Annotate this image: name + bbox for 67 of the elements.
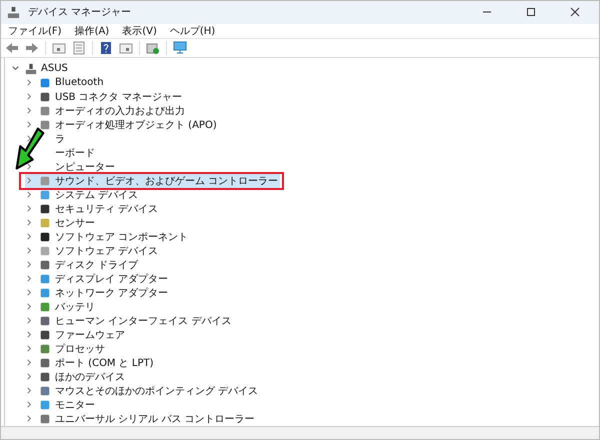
tree-item[interactable]: セキュリティ デバイス xyxy=(55,202,158,216)
device-icon xyxy=(39,370,51,383)
expand-chevron-icon[interactable] xyxy=(25,134,34,144)
device-icon xyxy=(39,412,51,425)
monitor-icon[interactable] xyxy=(173,41,187,56)
device-icon xyxy=(39,258,51,271)
device-icon xyxy=(39,230,51,243)
forward-icon[interactable] xyxy=(25,41,39,56)
tree-item[interactable]: ユニバーサル シリアル バス コントローラー xyxy=(55,412,255,426)
device-icon xyxy=(39,90,51,103)
tree-item[interactable]: オーディオの入力および出力 xyxy=(55,104,185,118)
pointer-arrow xyxy=(15,126,45,172)
menu-item[interactable]: ヘルプ(H) xyxy=(170,24,216,38)
device-icon xyxy=(39,286,51,299)
menu-item[interactable]: ファイル(F) xyxy=(8,24,62,38)
window-icon[interactable] xyxy=(52,41,66,56)
device-icon xyxy=(39,202,51,215)
device-icon xyxy=(39,216,51,229)
device-icon xyxy=(39,398,51,411)
back-icon[interactable] xyxy=(5,41,19,56)
tree-item[interactable]: バッテリ xyxy=(55,300,95,314)
device-icon xyxy=(39,174,51,187)
tree-item[interactable]: Bluetooth xyxy=(55,77,104,88)
tree-item[interactable]: センサー xyxy=(55,216,95,230)
tree-item[interactable]: ポート (COM と LPT) xyxy=(55,356,154,370)
device-icon xyxy=(39,76,51,89)
expand-chevron-icon[interactable] xyxy=(25,162,34,172)
device-icon xyxy=(39,384,51,397)
tree-item[interactable]: ネットワーク アダプター xyxy=(55,286,168,300)
tree-item[interactable]: マウスとそのほかのポインティング デバイス xyxy=(55,384,258,398)
window-title: デバイス マネージャー xyxy=(28,6,132,20)
window-icon[interactable] xyxy=(119,41,133,56)
tree-item[interactable]: ファームウェア xyxy=(55,328,125,342)
tree-item[interactable]: ディスプレイ アダプター xyxy=(55,272,168,286)
device-icon xyxy=(39,188,51,201)
tree-item[interactable]: USB コネクタ マネージャー xyxy=(55,90,182,104)
tree-item[interactable]: ヒューマン インターフェイス デバイス xyxy=(55,314,232,328)
tree-item[interactable]: ほかのデバイス xyxy=(55,370,125,384)
device-icon xyxy=(39,118,51,131)
tree-item[interactable]: ソフトウェア デバイス xyxy=(55,244,158,258)
device-icon xyxy=(39,314,51,327)
maximize-icon[interactable] xyxy=(526,7,536,18)
tree-item[interactable]: ASUS xyxy=(41,63,68,74)
tree-item[interactable]: ーボード xyxy=(55,146,95,160)
menu-item[interactable]: 操作(A) xyxy=(74,24,110,38)
tree-item[interactable]: オーディオ処理オブジェクト (APO) xyxy=(55,118,217,132)
device-icon xyxy=(39,272,51,285)
tree-item[interactable]: ディスク ドライブ xyxy=(55,258,138,272)
device-icon xyxy=(39,300,51,313)
help-icon[interactable] xyxy=(99,41,113,56)
tree-item[interactable]: ソフトウェア コンポーネント xyxy=(55,230,188,244)
device-icon xyxy=(39,342,51,355)
device-icon xyxy=(39,104,51,117)
close-icon[interactable] xyxy=(570,7,580,18)
tree-item[interactable]: ラ xyxy=(55,132,65,146)
tree-item[interactable]: ンピューター xyxy=(55,160,115,174)
tree-item[interactable]: プロセッサ xyxy=(55,342,105,356)
properties-icon[interactable] xyxy=(72,41,86,56)
device-icon xyxy=(39,328,51,341)
device-icon xyxy=(39,244,51,257)
tree-item[interactable]: モニター xyxy=(55,398,95,412)
computer-icon xyxy=(25,62,37,75)
menu-item[interactable]: 表示(V) xyxy=(122,24,157,38)
device-icon xyxy=(39,356,51,369)
scan-hardware-icon[interactable] xyxy=(146,41,160,56)
device-manager-icon xyxy=(7,6,20,19)
tree-item[interactable]: システム デバイス xyxy=(55,188,138,202)
